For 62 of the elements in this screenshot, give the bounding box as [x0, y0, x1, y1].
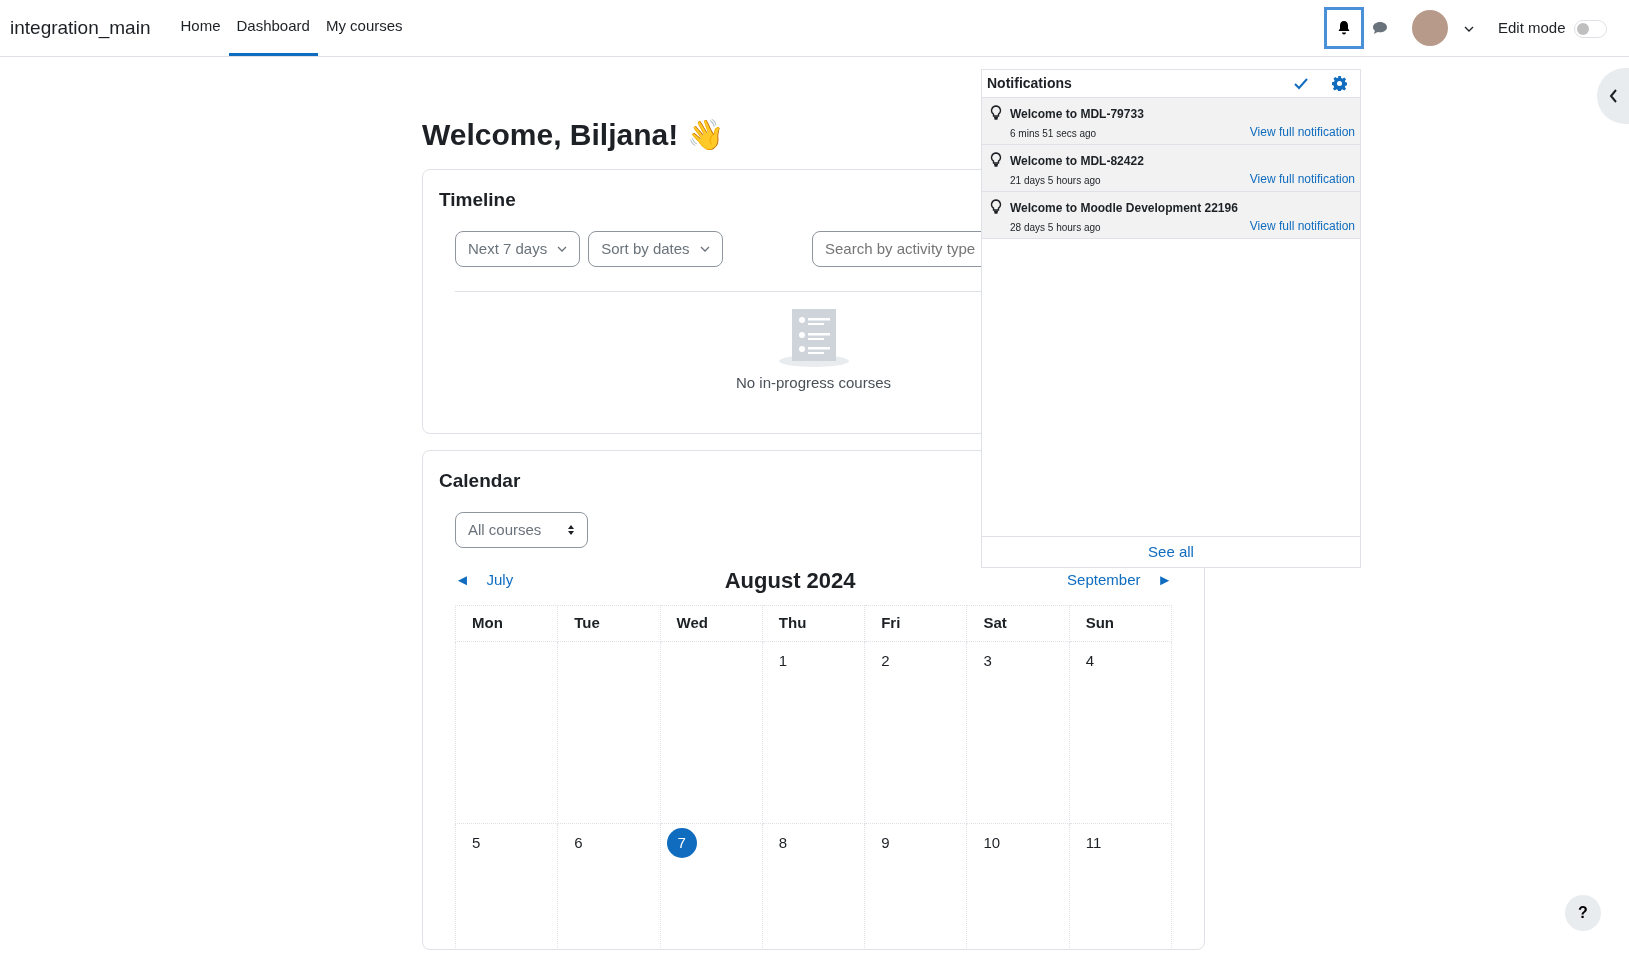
lightbulb-icon [990, 152, 1002, 167]
nav-link[interactable]: My courses [317, 0, 411, 56]
see-all-link[interactable]: See all [1148, 542, 1194, 560]
chat-icon[interactable] [1371, 21, 1388, 35]
chevron-down-icon [1463, 25, 1474, 32]
chevron-down-icon [699, 245, 710, 252]
settings-icon[interactable] [1332, 76, 1347, 91]
weekday-header: Thu [762, 605, 865, 641]
day-number[interactable]: 4 [1085, 651, 1095, 669]
day-number[interactable]: 10 [983, 833, 1001, 851]
view-notification-link[interactable]: View full notification [1249, 170, 1355, 188]
avatar[interactable] [1411, 10, 1448, 46]
day-number[interactable]: 7 [666, 827, 697, 858]
weekday-header: Tue [557, 605, 661, 641]
site-name[interactable]: integration_main [10, 13, 151, 43]
lightbulb-icon [990, 199, 1002, 214]
notification-time: 21 days 5 hours ago [1010, 174, 1101, 188]
lightbulb-icon [990, 105, 1002, 120]
drawer-toggle[interactable] [1597, 68, 1629, 124]
next-month-link[interactable]: September ► [1067, 569, 1172, 592]
nav-link[interactable]: Dashboard [228, 0, 318, 56]
notification-time: 6 mins 51 secs ago [1010, 127, 1097, 141]
sort-arrows-icon [567, 523, 576, 536]
notification-time: 28 days 5 hours ago [1010, 221, 1101, 235]
view-notification-link[interactable]: View full notification [1249, 217, 1355, 235]
course-select[interactable]: All courses [455, 511, 589, 548]
chevron-left-icon [1608, 89, 1618, 103]
notification-title[interactable]: Welcome to MDL-82422 [1010, 152, 1355, 170]
day-number[interactable]: 5 [472, 833, 481, 851]
help-button[interactable]: ? [1565, 895, 1601, 931]
view-notification-link[interactable]: View full notification [1249, 123, 1355, 141]
timeline-title: Timeline [439, 188, 516, 212]
weekday-header: Sun [1069, 605, 1172, 641]
welcome-heading: Welcome, Biljana! 👋 [422, 117, 724, 153]
weekday-header: Sat [966, 605, 1070, 641]
checkmark-icon[interactable] [1294, 77, 1308, 90]
edit-mode-label: Edit mode [1497, 17, 1566, 38]
edit-mode-switch[interactable] [1573, 19, 1607, 38]
day-number[interactable]: 1 [778, 651, 788, 669]
notifications-title: Notifications [987, 74, 1072, 93]
previous-month-link[interactable]: ◄ July [455, 569, 514, 592]
day-number[interactable]: 8 [778, 833, 788, 851]
chevron-down-icon [557, 245, 568, 252]
day-number[interactable]: 3 [983, 651, 992, 669]
notification-title[interactable]: Welcome to Moodle Development 22196 [1010, 199, 1355, 217]
day-number[interactable]: 11 [1085, 833, 1102, 851]
nav-link[interactable]: Home [172, 0, 229, 56]
weekday-header: Wed [660, 605, 763, 641]
day-number[interactable]: 9 [881, 833, 890, 851]
weekday-header: Fri [864, 605, 967, 641]
day-number[interactable]: 2 [881, 651, 890, 669]
filter-dropdown[interactable]: Sort by dates [588, 230, 723, 267]
filter-dropdown[interactable]: Next 7 days [455, 230, 581, 267]
notifications-button[interactable] [1323, 7, 1364, 49]
empty-list-drawing [778, 308, 849, 368]
notification-title[interactable]: Welcome to MDL-79733 [1010, 105, 1355, 123]
month-title: August 2024 [724, 567, 856, 595]
calendar-title: Calendar [439, 469, 521, 493]
day-number[interactable]: 6 [574, 833, 583, 851]
bell-icon [1336, 20, 1351, 36]
weekday-header: Mon [455, 605, 558, 641]
empty-state-text: No in-progress courses [735, 374, 892, 391]
